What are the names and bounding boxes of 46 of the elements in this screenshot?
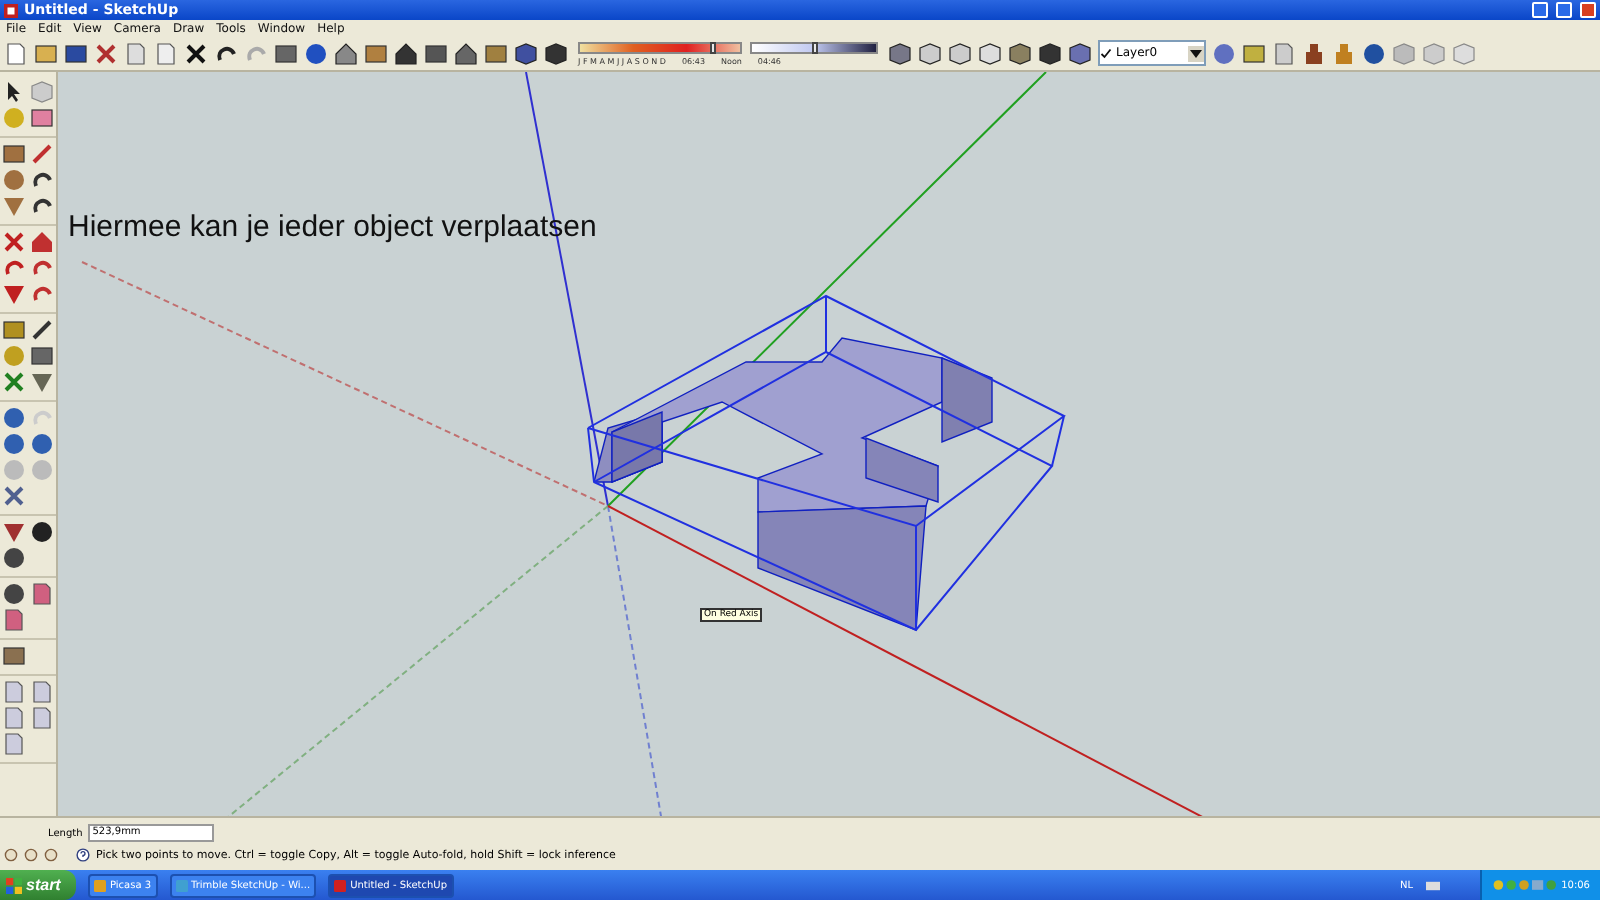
page-icon[interactable] [1272, 41, 1296, 65]
cube-icon[interactable] [978, 41, 1002, 65]
cube-icon[interactable] [1038, 41, 1062, 65]
restore-button[interactable] [1556, 2, 1572, 18]
page-icon[interactable] [124, 41, 148, 65]
cube-icon[interactable] [1008, 41, 1032, 65]
rectangle-icon[interactable] [2, 142, 26, 166]
close-button[interactable] [1580, 2, 1596, 18]
checkmark-icon [1100, 47, 1112, 59]
page-icon[interactable] [2, 680, 26, 704]
minimize-button[interactable] [1532, 2, 1548, 18]
status-circle-icon [4, 848, 18, 862]
month-slider[interactable] [578, 41, 742, 53]
undo-icon[interactable] [214, 41, 238, 65]
arc-icon[interactable] [30, 168, 54, 192]
app-icon [175, 879, 188, 891]
caret-icon [1188, 45, 1204, 61]
house-icon[interactable] [394, 41, 418, 65]
slider-thumb[interactable] [812, 41, 818, 53]
cube-icon[interactable] [888, 41, 912, 65]
house-icon[interactable] [454, 41, 478, 65]
app-icon [94, 879, 106, 891]
triangle-icon[interactable] [2, 194, 26, 218]
page-icon[interactable] [30, 680, 54, 704]
page-icon[interactable] [30, 706, 54, 730]
start-button[interactable]: start [0, 870, 76, 900]
windows-logo-icon [6, 877, 22, 893]
arrow-cursor-icon[interactable] [2, 80, 26, 104]
cube-icon[interactable] [948, 41, 972, 65]
help-icon[interactable] [76, 848, 90, 862]
page-icon[interactable] [2, 732, 26, 756]
close-icon[interactable] [184, 41, 208, 65]
house-icon[interactable] [334, 41, 358, 65]
app-icon [4, 3, 18, 17]
circle-icon[interactable] [2, 168, 26, 192]
time-slider[interactable] [750, 41, 878, 53]
status-circle-icon [24, 848, 38, 862]
cube-icon[interactable] [1068, 41, 1092, 65]
slider-thumb[interactable] [709, 41, 716, 53]
page-icon[interactable] [4, 41, 28, 65]
keyboard-icon [1425, 879, 1440, 891]
tray-icons-drawing [1491, 878, 1556, 892]
page-icon[interactable] [2, 706, 26, 730]
cube-icon[interactable] [918, 41, 942, 65]
status-circle-icon [44, 848, 58, 862]
app-icon [334, 879, 347, 891]
